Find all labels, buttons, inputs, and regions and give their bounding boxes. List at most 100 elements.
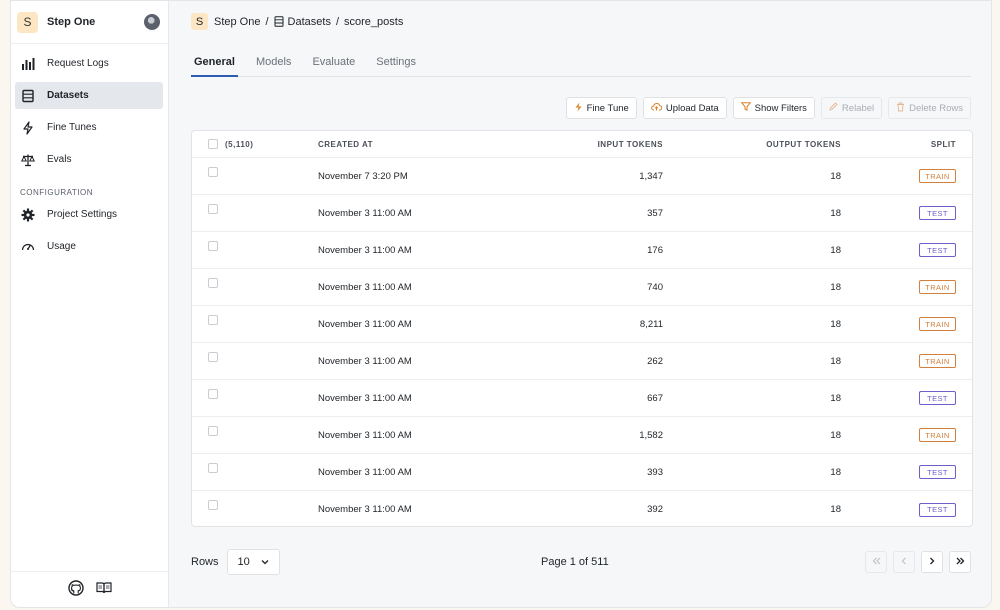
sidebar-item-request-logs[interactable]: Request Logs: [15, 50, 163, 77]
first-page-button[interactable]: [865, 551, 887, 573]
cell-split: TRAIN: [841, 280, 972, 294]
bar-chart-icon: [21, 57, 35, 71]
column-header-output-tokens[interactable]: OUTPUT TOKENS: [663, 140, 841, 149]
database-icon: [274, 16, 284, 27]
row-count: (5,110): [225, 139, 254, 149]
row-checkbox[interactable]: [208, 167, 218, 177]
table-row[interactable]: November 3 11:00 AM 262 18 TRAIN: [192, 343, 972, 380]
cell-output-tokens: 18: [830, 504, 841, 515]
row-select-cell: [192, 229, 318, 251]
sidebar-item-label: Evals: [47, 154, 72, 165]
cell-split: TRAIN: [841, 317, 972, 331]
table-row[interactable]: November 3 11:00 AM 393 18 TEST: [192, 454, 972, 491]
project-switcher[interactable]: S Step One: [11, 1, 168, 44]
app-window: S Step One Request Logs Datasets Fine Tu…: [10, 0, 992, 608]
page-indicator: Page 1 of 511: [541, 556, 609, 568]
sidebar-item-datasets[interactable]: Datasets: [15, 82, 163, 109]
scale-icon: [21, 153, 35, 167]
column-header-created-at[interactable]: CREATED AT: [318, 140, 518, 149]
table-body: November 7 3:20 PM 1,347 18 TRAIN November 3…: [192, 158, 972, 526]
cell-created-at: November 3 11:00 AM: [318, 281, 412, 293]
avatar[interactable]: [144, 14, 160, 30]
row-checkbox[interactable]: [208, 204, 218, 214]
row-checkbox[interactable]: [208, 463, 218, 473]
sidebar-item-usage[interactable]: Usage: [15, 233, 163, 260]
github-icon[interactable]: [67, 580, 84, 599]
column-header-split[interactable]: SPLIT: [841, 140, 972, 149]
row-checkbox[interactable]: [208, 241, 218, 251]
cell-input-tokens: 176: [647, 244, 663, 256]
cell-split: TRAIN: [841, 428, 972, 442]
tab-settings[interactable]: Settings: [373, 56, 419, 77]
upload-data-button[interactable]: Upload Data: [642, 97, 727, 119]
table-row[interactable]: November 3 11:00 AM 176 18 TEST: [192, 232, 972, 269]
cell-input-tokens: 1,582: [639, 429, 663, 441]
sidebar-item-project-settings[interactable]: Project Settings: [15, 201, 163, 228]
tab-models[interactable]: Models: [253, 56, 294, 77]
select-all-checkbox[interactable]: [208, 139, 218, 149]
row-checkbox[interactable]: [208, 315, 218, 325]
pencil-icon: [829, 102, 838, 114]
tab-bar: General Models Evaluate Settings: [191, 56, 971, 77]
sidebar-nav: Request Logs Datasets Fine Tunes Evals C…: [11, 44, 168, 265]
row-checkbox[interactable]: [208, 352, 218, 362]
table-row[interactable]: November 3 11:00 AM 357 18 TEST: [192, 195, 972, 232]
cell-input-tokens: 740: [647, 281, 663, 293]
column-header-input-tokens[interactable]: INPUT TOKENS: [518, 140, 663, 149]
breadcrumb-project[interactable]: Step One: [214, 16, 260, 28]
database-icon: [21, 89, 35, 103]
cell-output-tokens: 18: [830, 392, 841, 404]
rows-per-page-select[interactable]: 10: [226, 549, 280, 575]
row-checkbox[interactable]: [208, 500, 218, 510]
sidebar-item-fine-tunes[interactable]: Fine Tunes: [15, 114, 163, 141]
sidebar-item-label: Fine Tunes: [47, 122, 97, 133]
row-checkbox[interactable]: [208, 426, 218, 436]
cell-output-tokens: 18: [830, 355, 841, 367]
breadcrumb-separator: /: [335, 15, 340, 28]
cell-output-tokens: 18: [830, 429, 841, 441]
row-select-cell: [192, 155, 318, 177]
table-row[interactable]: November 3 11:00 AM 1,582 18 TRAIN: [192, 417, 972, 454]
cell-created-at: November 3 11:00 AM: [318, 429, 412, 441]
project-badge: S: [17, 11, 38, 33]
sidebar: S Step One Request Logs Datasets Fine Tu…: [11, 1, 169, 607]
table-row[interactable]: November 3 11:00 AM 8,211 18 TRAIN: [192, 306, 972, 343]
delete-rows-label: Delete Rows: [909, 102, 963, 114]
dataset-toolbar: Fine Tune Upload Data Show Filters Relab…: [565, 97, 971, 119]
upload-data-label: Upload Data: [665, 102, 719, 114]
delete-rows-button[interactable]: Delete Rows: [888, 97, 971, 119]
tab-evaluate[interactable]: Evaluate: [309, 56, 358, 77]
split-badge: TEST: [919, 391, 956, 405]
row-select-cell: [192, 303, 318, 325]
chevron-left-icon: [901, 556, 907, 568]
relabel-button[interactable]: Relabel: [820, 97, 883, 119]
breadcrumb: S Step One / Datasets / score_posts: [191, 13, 403, 30]
chevron-down-icon: [261, 556, 269, 568]
table-row[interactable]: November 7 3:20 PM 1,347 18 TRAIN: [192, 158, 972, 195]
sidebar-item-label: Request Logs: [47, 58, 109, 69]
fine-tune-button[interactable]: Fine Tune: [565, 97, 637, 119]
tab-general[interactable]: General: [191, 56, 238, 77]
sidebar-item-evals[interactable]: Evals: [15, 146, 163, 173]
row-checkbox[interactable]: [208, 389, 218, 399]
main-content: S Step One / Datasets / score_posts Gene…: [169, 1, 991, 607]
previous-page-button[interactable]: [893, 551, 915, 573]
split-badge: TRAIN: [919, 280, 956, 294]
pager: [865, 551, 971, 573]
breadcrumb-datasets[interactable]: Datasets: [288, 16, 331, 28]
table-row[interactable]: November 3 11:00 AM 740 18 TRAIN: [192, 269, 972, 306]
row-select-cell: [192, 266, 318, 288]
sidebar-footer: [11, 571, 168, 607]
row-checkbox[interactable]: [208, 278, 218, 288]
project-name: Step One: [47, 16, 96, 28]
docs-book-icon[interactable]: [95, 581, 112, 598]
table-row[interactable]: November 3 11:00 AM 667 18 TEST: [192, 380, 972, 417]
cell-input-tokens: 357: [647, 207, 663, 219]
next-page-button[interactable]: [921, 551, 943, 573]
table-row[interactable]: November 3 11:00 AM 392 18 TEST: [192, 491, 972, 526]
sidebar-item-label: Usage: [47, 241, 76, 252]
cell-input-tokens: 8,211: [639, 318, 663, 330]
last-page-button[interactable]: [949, 551, 971, 573]
table-header-row: (5,110) CREATED AT INPUT TOKENS OUTPUT T…: [192, 131, 972, 158]
show-filters-button[interactable]: Show Filters: [732, 97, 815, 119]
